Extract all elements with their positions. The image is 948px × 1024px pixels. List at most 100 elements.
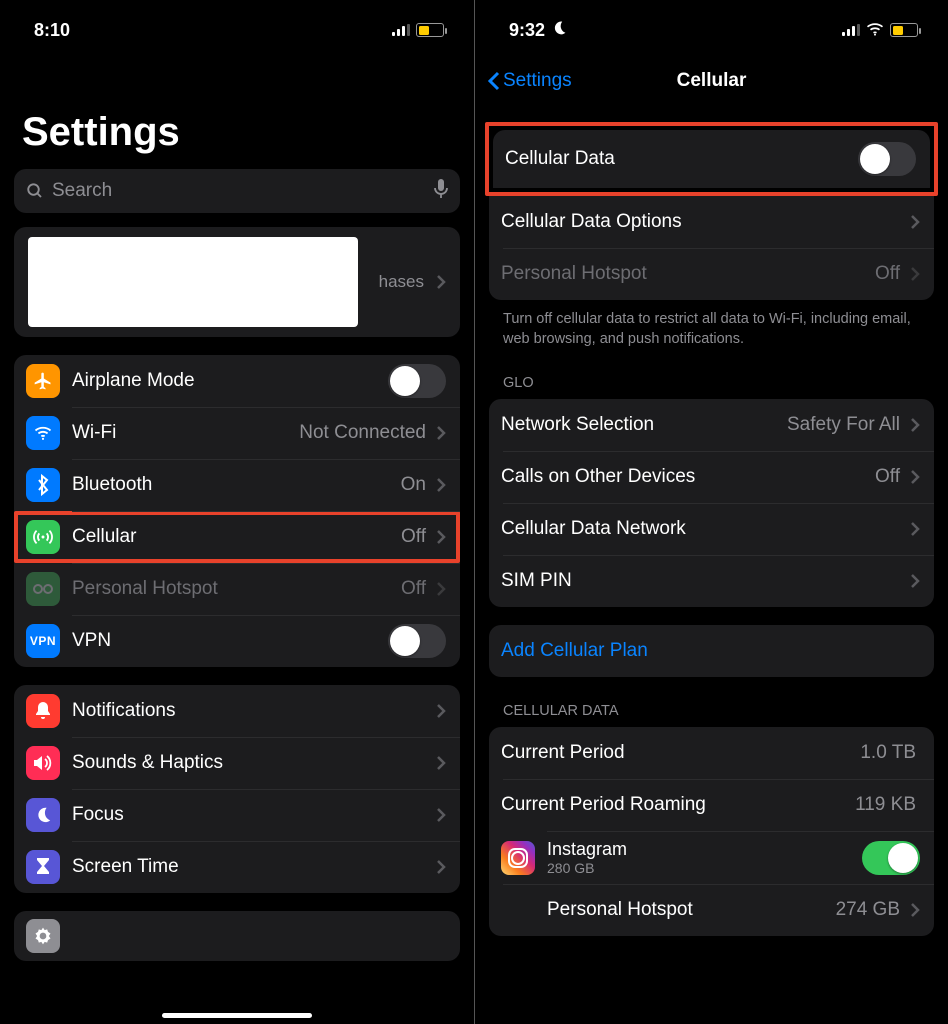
row-label: Personal Hotspot — [547, 899, 693, 921]
cellular-signal-icon — [392, 24, 410, 36]
chevron-right-icon — [910, 521, 920, 537]
chevron-right-icon — [436, 274, 446, 290]
status-time: 8:10 — [34, 20, 70, 41]
row-network-selection[interactable]: Network Selection Safety For All — [489, 399, 934, 451]
row-cellular-data[interactable]: Cellular Data — [493, 130, 930, 188]
screen-settings: 8:10 Settings Search hases Airplane Mode — [0, 0, 474, 1024]
row-personal-hotspot[interactable]: Personal Hotspot Off — [14, 563, 460, 615]
row-cellular-data-network[interactable]: Cellular Data Network — [489, 503, 934, 555]
row-label: Add Cellular Plan — [501, 640, 648, 662]
status-time: 9:32 — [509, 20, 545, 41]
row-value: Off — [401, 578, 430, 600]
wifi-icon — [866, 20, 884, 41]
row-calls-other-devices[interactable]: Calls on Other Devices Off — [489, 451, 934, 503]
nav-bar: Settings Cellular — [475, 58, 948, 104]
row-label: SIM PIN — [501, 570, 572, 592]
chevron-right-icon — [436, 755, 446, 771]
bluetooth-icon — [26, 468, 60, 502]
row-label: Calls on Other Devices — [501, 466, 695, 488]
add-plan-group: Add Cellular Plan — [489, 625, 934, 677]
row-label: Cellular Data — [505, 148, 615, 170]
notifications-group: Notifications Sounds & Haptics Focus Scr… — [14, 685, 460, 893]
chevron-right-icon — [910, 469, 920, 485]
apple-id-row[interactable]: hases — [14, 227, 460, 337]
row-label: Network Selection — [501, 414, 654, 436]
home-indicator[interactable] — [162, 1013, 312, 1018]
antenna-icon — [26, 520, 60, 554]
row-value: Off — [875, 263, 904, 285]
row-current-period-roaming[interactable]: Current Period Roaming 119 KB — [489, 779, 934, 831]
general-group-peek — [14, 911, 460, 961]
dictate-icon[interactable] — [434, 179, 448, 204]
search-icon — [26, 182, 44, 200]
row-add-cellular-plan[interactable]: Add Cellular Plan — [489, 625, 934, 677]
speaker-icon — [26, 746, 60, 780]
glo-group: Network Selection Safety For All Calls o… — [489, 399, 934, 607]
row-label: VPN — [72, 630, 111, 652]
connectivity-group: Airplane Mode Wi-Fi Not Connected Blueto… — [14, 355, 460, 667]
row-label: Personal Hotspot — [72, 578, 218, 600]
hotspot-icon — [26, 572, 60, 606]
row-airplane-mode[interactable]: Airplane Mode — [14, 355, 460, 407]
row-label: Bluetooth — [72, 474, 152, 496]
chevron-right-icon — [910, 266, 920, 282]
battery-icon — [890, 23, 918, 37]
row-sim-pin[interactable]: SIM PIN — [489, 555, 934, 607]
apple-id-subtext: hases — [379, 272, 430, 292]
chevron-right-icon — [436, 859, 446, 875]
row-cellular[interactable]: Cellular Off — [14, 511, 460, 563]
row-screen-time[interactable]: Screen Time — [14, 841, 460, 893]
chevron-right-icon — [910, 573, 920, 589]
row-current-period[interactable]: Current Period 1.0 TB — [489, 727, 934, 779]
focus-moon-icon — [551, 20, 567, 40]
row-label: Current Period Roaming — [501, 794, 706, 816]
row-personal-hotspot[interactable]: Personal Hotspot Off — [489, 248, 934, 300]
row-value: 274 GB — [836, 899, 904, 921]
row-notifications[interactable]: Notifications — [14, 685, 460, 737]
search-placeholder: Search — [52, 180, 112, 202]
row-wifi[interactable]: Wi-Fi Not Connected — [14, 407, 460, 459]
instagram-icon — [501, 841, 535, 875]
highlight-cellular-data: Cellular Data — [485, 122, 938, 196]
gear-icon — [26, 919, 60, 953]
row-general[interactable] — [14, 911, 460, 961]
section-header-glo: GLO — [475, 349, 948, 399]
vpn-toggle[interactable] — [388, 624, 446, 658]
bell-icon — [26, 694, 60, 728]
airplane-toggle[interactable] — [388, 364, 446, 398]
section-footer: Turn off cellular data to restrict all d… — [475, 300, 948, 349]
row-sounds-haptics[interactable]: Sounds & Haptics — [14, 737, 460, 789]
row-cellular-data-options[interactable]: Cellular Data Options — [489, 196, 934, 248]
row-value: On — [401, 474, 430, 496]
row-bluetooth[interactable]: Bluetooth On — [14, 459, 460, 511]
row-label: Sounds & Haptics — [72, 752, 223, 774]
status-icons — [842, 20, 918, 41]
section-header-cellular-data: CELLULAR DATA — [475, 677, 948, 727]
row-label: Current Period — [501, 742, 625, 764]
row-usage-personal-hotspot[interactable]: Personal Hotspot 274 GB — [489, 884, 934, 936]
moon-icon — [26, 798, 60, 832]
instagram-toggle[interactable] — [862, 841, 920, 875]
row-vpn[interactable]: VPN VPN — [14, 615, 460, 667]
row-app-instagram[interactable]: Instagram 280 GB — [489, 831, 934, 884]
search-input[interactable]: Search — [14, 169, 460, 213]
usage-group: Current Period 1.0 TB Current Period Roa… — [489, 727, 934, 936]
row-value: Off — [401, 526, 430, 548]
status-bar: 8:10 — [0, 0, 474, 50]
row-label: Wi-Fi — [72, 422, 116, 444]
cellular-top-group: Cellular Data Options Personal Hotspot O… — [489, 196, 934, 300]
chevron-right-icon — [436, 581, 446, 597]
row-value: Off — [875, 466, 904, 488]
row-label: Notifications — [72, 700, 176, 722]
back-button[interactable]: Settings — [487, 70, 572, 92]
row-label: Cellular Data Network — [501, 518, 686, 540]
row-label: Instagram — [547, 839, 627, 860]
wifi-icon — [26, 416, 60, 450]
row-label: Personal Hotspot — [501, 263, 647, 285]
row-focus[interactable]: Focus — [14, 789, 460, 841]
status-bar: 9:32 — [475, 0, 948, 50]
cellular-data-toggle[interactable] — [858, 142, 916, 176]
chevron-right-icon — [436, 807, 446, 823]
row-label: Screen Time — [72, 856, 179, 878]
chevron-right-icon — [910, 417, 920, 433]
